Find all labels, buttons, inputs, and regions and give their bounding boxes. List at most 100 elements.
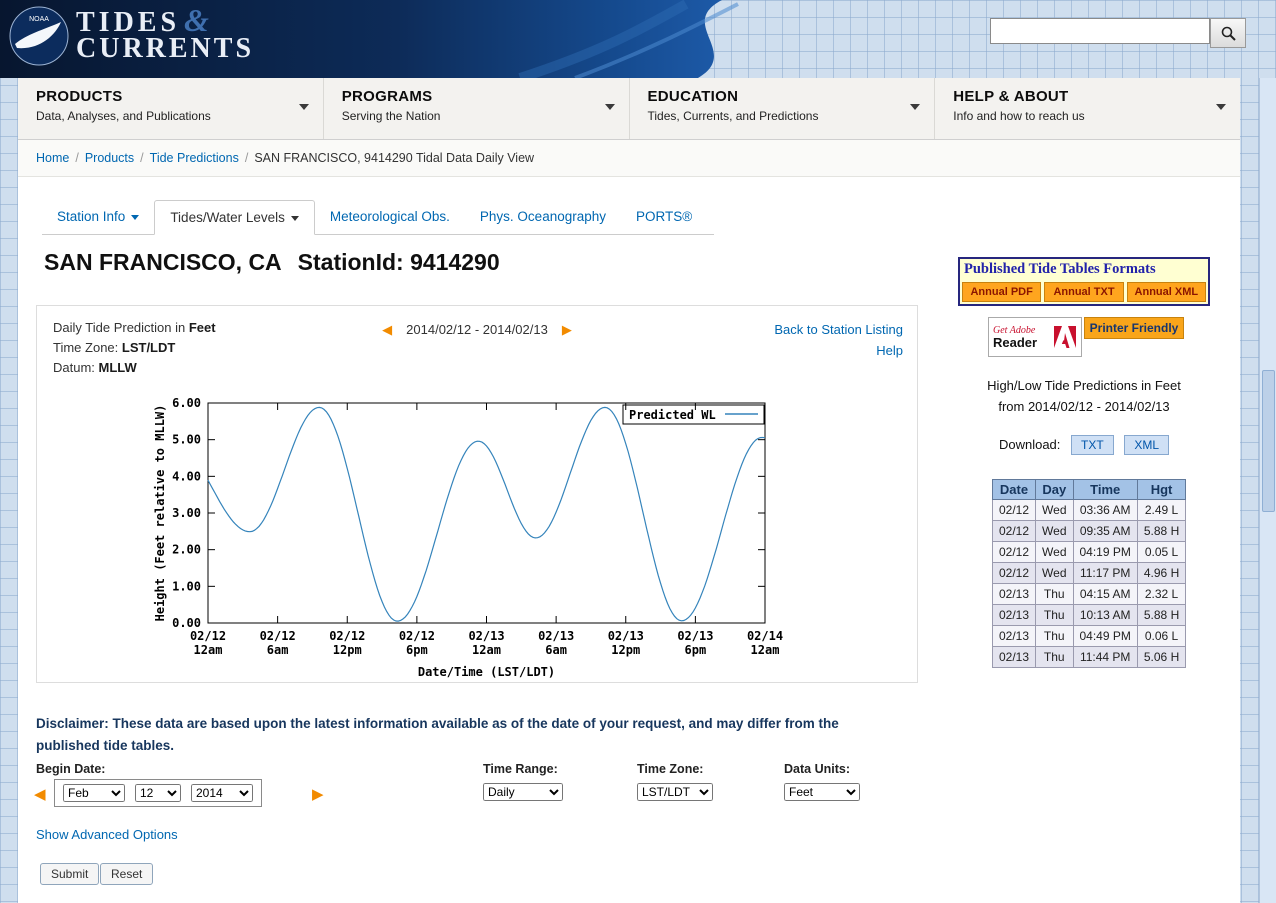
scrollbar-thumb[interactable] xyxy=(1262,370,1275,512)
format-buttons-row: Annual PDF Annual TXT Annual XML xyxy=(960,280,1208,304)
tide-table-header-row: Date Day Time Hgt xyxy=(993,480,1186,500)
breadcrumb-separator: / xyxy=(245,151,248,165)
tab-phys-oceanography[interactable]: Phys. Oceanography xyxy=(465,200,621,235)
get-adobe-reader-badge[interactable]: Get Adobe Reader xyxy=(988,317,1082,357)
breadcrumb-tide-predictions[interactable]: Tide Predictions xyxy=(150,151,239,165)
annual-txt-button[interactable]: Annual TXT xyxy=(1044,282,1123,302)
next-day-arrow[interactable]: ▶ xyxy=(312,785,324,803)
prev-date-arrow[interactable]: ◀ xyxy=(382,322,392,337)
tab-station-info[interactable]: Station Info xyxy=(42,200,154,235)
time-range-select[interactable]: Daily xyxy=(483,783,563,801)
search-button[interactable] xyxy=(1210,18,1246,48)
tide-chart: 6.005.004.003.002.001.000.0002/1212am02/… xyxy=(37,394,917,682)
col-date: Date xyxy=(993,480,1036,500)
station-name: SAN FRANCISCO, CA xyxy=(44,249,282,275)
breadcrumb-products[interactable]: Products xyxy=(85,151,134,165)
nav-item-programs[interactable]: PROGRAMS Serving the Nation xyxy=(323,78,629,139)
download-xml-button[interactable]: XML xyxy=(1124,435,1169,455)
next-date-arrow[interactable]: ▶ xyxy=(562,322,572,337)
tide-table-row: 02/12Wed03:36 AM2.49 L xyxy=(993,500,1186,521)
breadcrumb-home[interactable]: Home xyxy=(36,151,69,165)
col-hgt: Hgt xyxy=(1137,480,1185,500)
breadcrumb: Home/Products/Tide Predictions/SAN FRANC… xyxy=(18,140,1240,177)
nav-item-sublabel: Info and how to reach us xyxy=(953,109,1240,123)
svg-text:02/12: 02/12 xyxy=(329,629,365,643)
svg-text:6am: 6am xyxy=(267,643,289,657)
svg-text:3.00: 3.00 xyxy=(172,506,201,520)
nav-item-sublabel: Data, Analyses, and Publications xyxy=(36,109,323,123)
brand-title-line2: CURRENTS xyxy=(76,33,254,65)
svg-text:4.00: 4.00 xyxy=(172,469,201,483)
page-scrollbar[interactable] xyxy=(1259,78,1276,903)
show-advanced-options-link[interactable]: Show Advanced Options xyxy=(36,827,178,842)
nav-item-help-about[interactable]: HELP & ABOUT Info and how to reach us xyxy=(934,78,1240,139)
tide-table-row: 02/13Thu04:49 PM0.06 L xyxy=(993,626,1186,647)
svg-text:0.00: 0.00 xyxy=(172,616,201,630)
nav-item-education[interactable]: EDUCATION Tides, Currents, and Predictio… xyxy=(629,78,935,139)
prev-day-arrow[interactable]: ◀ xyxy=(34,785,46,803)
data-units-label: Data Units: xyxy=(784,762,850,776)
nav-item-label: EDUCATION xyxy=(648,88,935,105)
svg-text:02/13: 02/13 xyxy=(538,629,574,643)
datum-line: Datum: MLLW xyxy=(53,358,216,378)
tab-bar: Station Info Tides/Water Levels Meteorol… xyxy=(42,199,714,235)
chevron-down-icon xyxy=(1216,104,1226,110)
tide-chart-panel: Daily Tide Prediction in Feet Time Zone:… xyxy=(36,305,918,683)
svg-text:12pm: 12pm xyxy=(611,643,640,657)
svg-text:Height (Feet relative to MLLW): Height (Feet relative to MLLW) xyxy=(153,405,167,622)
chevron-down-icon xyxy=(910,104,920,110)
back-to-station-listing-link[interactable]: Back to Station Listing xyxy=(774,319,903,340)
highlow-predictions-title: High/Low Tide Predictions in Feet from 2… xyxy=(958,375,1210,417)
month-select[interactable]: Feb xyxy=(63,784,125,802)
svg-text:Predicted WL: Predicted WL xyxy=(629,408,716,422)
data-units-select[interactable]: Feet xyxy=(784,783,860,801)
page-title: SAN FRANCISCO, CA StationId: 9414290 xyxy=(44,249,500,276)
svg-text:6pm: 6pm xyxy=(685,643,707,657)
adobe-badge-text: Get Adobe Reader xyxy=(993,325,1053,349)
svg-text:02/13: 02/13 xyxy=(608,629,644,643)
svg-text:12am: 12am xyxy=(194,643,223,657)
primary-nav: PRODUCTS Data, Analyses, and Publication… xyxy=(18,78,1240,140)
disclaimer-text: Disclaimer: These data are based upon th… xyxy=(36,713,898,756)
station-id: StationId: 9414290 xyxy=(298,249,500,275)
annual-pdf-button[interactable]: Annual PDF xyxy=(962,282,1041,302)
search-input[interactable] xyxy=(990,18,1210,44)
site-brand: TIDES& CURRENTS xyxy=(76,2,254,65)
highlow-tide-table: Date Day Time Hgt 02/12Wed03:36 AM2.49 L… xyxy=(992,479,1186,668)
breadcrumb-separator: / xyxy=(140,151,143,165)
nav-item-products[interactable]: PRODUCTS Data, Analyses, and Publication… xyxy=(18,78,323,139)
tide-table-row: 02/13Thu04:15 AM2.32 L xyxy=(993,584,1186,605)
search-icon xyxy=(1221,26,1236,41)
page: NOAA TIDES& CURRENTS PRODUCTS Data, Anal… xyxy=(0,0,1276,903)
year-select[interactable]: 2014 xyxy=(191,784,253,802)
svg-text:12pm: 12pm xyxy=(333,643,362,657)
printer-friendly-button[interactable]: Printer Friendly xyxy=(1084,317,1184,339)
help-link[interactable]: Help xyxy=(774,340,903,361)
begin-date-label: Begin Date: xyxy=(36,762,105,776)
nav-item-sublabel: Tides, Currents, and Predictions xyxy=(648,109,935,123)
reset-button[interactable]: Reset xyxy=(100,863,153,885)
download-label: Download: xyxy=(999,437,1060,452)
noaa-logo-text: NOAA xyxy=(29,16,49,23)
download-row: Download: TXT XML xyxy=(958,435,1210,455)
tide-table-body: 02/12Wed03:36 AM2.49 L02/12Wed09:35 AM5.… xyxy=(993,500,1186,668)
annual-xml-button[interactable]: Annual XML xyxy=(1127,282,1206,302)
download-txt-button[interactable]: TXT xyxy=(1071,435,1114,455)
day-select[interactable]: 12 xyxy=(135,784,181,802)
svg-text:12am: 12am xyxy=(472,643,501,657)
breadcrumb-separator: / xyxy=(75,151,78,165)
svg-text:5.00: 5.00 xyxy=(172,433,201,447)
col-day: Day xyxy=(1036,480,1073,500)
tab-ports[interactable]: PORTS® xyxy=(621,200,707,235)
tab-tides-water-levels[interactable]: Tides/Water Levels xyxy=(154,200,315,235)
col-time: Time xyxy=(1073,480,1137,500)
time-zone-select[interactable]: LST/LDT xyxy=(637,783,713,801)
svg-text:02/13: 02/13 xyxy=(677,629,713,643)
svg-text:02/12: 02/12 xyxy=(190,629,226,643)
chevron-down-icon xyxy=(131,215,139,220)
tab-meteorological-obs[interactable]: Meteorological Obs. xyxy=(315,200,465,235)
submit-button[interactable]: Submit xyxy=(40,863,99,885)
svg-text:6.00: 6.00 xyxy=(172,396,201,410)
svg-text:02/13: 02/13 xyxy=(468,629,504,643)
noaa-logo[interactable]: NOAA xyxy=(8,5,70,67)
